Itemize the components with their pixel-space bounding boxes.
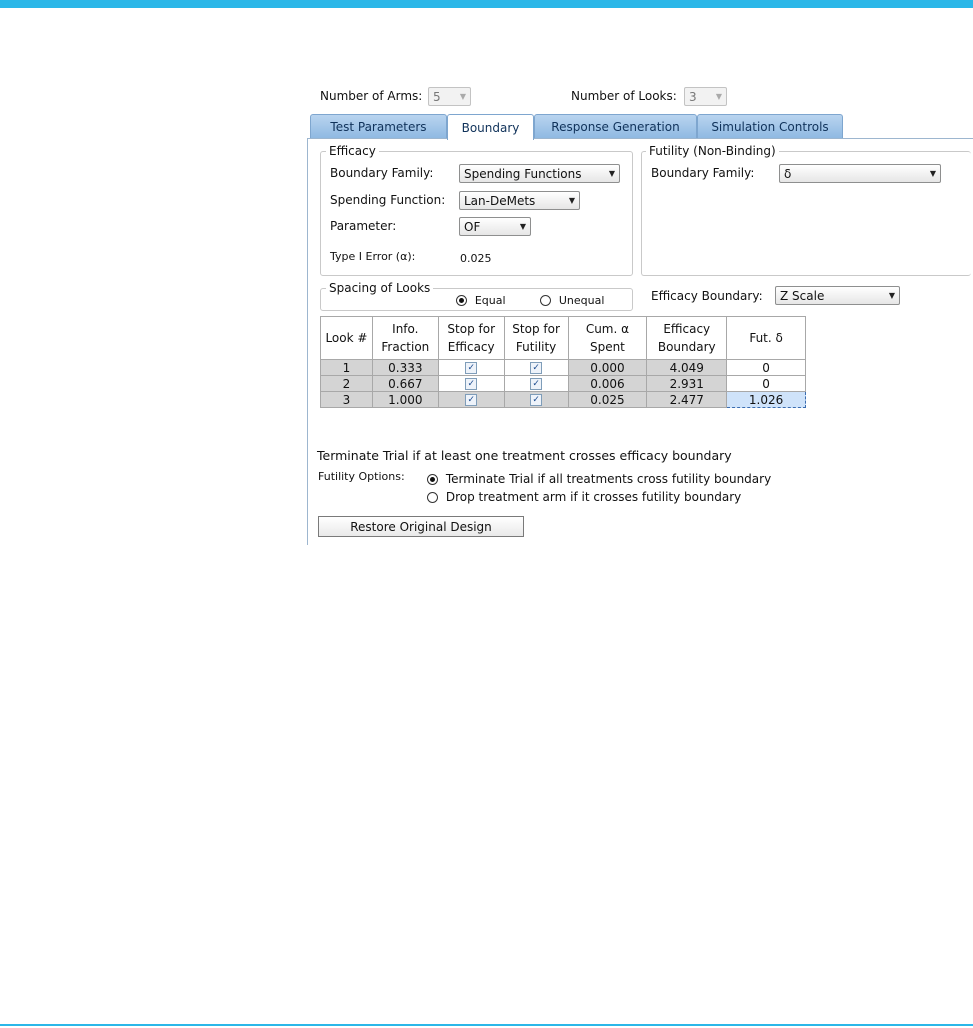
chevron-down-icon: ▼ — [929, 169, 937, 178]
cell-cum-alpha: 0.000 — [567, 359, 648, 376]
header-look: Look # — [320, 316, 373, 360]
parameter-value: OF — [464, 219, 481, 234]
chevron-down-icon: ▼ — [715, 92, 723, 101]
tab-boundary[interactable]: Boundary — [447, 114, 534, 140]
cell-efficacy-boundary: 2.477 — [646, 391, 728, 408]
spending-function-select[interactable]: Lan-DeMets ▼ — [459, 191, 580, 210]
spending-function-value: Lan-DeMets — [464, 193, 536, 208]
bottom-accent-line — [0, 1024, 973, 1026]
spacing-unequal-label: Unequal — [558, 294, 605, 307]
number-of-looks-select[interactable]: 3 ▼ — [684, 87, 727, 106]
cell-look: 1 — [320, 359, 373, 376]
header-stop-futility: Stop for Futility — [503, 316, 569, 360]
top-accent-bar — [0, 0, 973, 8]
header-efficacy-boundary: Efficacy Boundary — [646, 316, 728, 360]
number-of-arms-label: Number of Arms: — [320, 89, 423, 103]
header-info-fraction: Info. Fraction — [371, 316, 439, 360]
cell-efficacy-boundary: 2.931 — [646, 375, 728, 392]
checkbox-checked-icon[interactable]: ✓ — [465, 362, 478, 374]
chevron-down-icon: ▼ — [519, 222, 527, 231]
tab-test-parameters[interactable]: Test Parameters — [310, 114, 447, 138]
number-of-looks-label: Number of Looks: — [571, 89, 677, 103]
checkbox-checked-icon[interactable]: ✓ — [465, 394, 478, 406]
table-row: 3 1.000 ✓ ✓ 0.025 2.477 1.026 — [320, 391, 806, 408]
tab-response-generation[interactable]: Response Generation — [534, 114, 697, 138]
checkbox-checked-icon[interactable]: ✓ — [530, 394, 543, 406]
futility-option-terminate-label: Terminate Trial if all treatments cross … — [445, 472, 772, 486]
cell-info-fraction: 0.667 — [371, 375, 439, 392]
cell-stop-futility[interactable]: ✓ — [503, 375, 569, 392]
efficacy-boundary-family-value: Spending Functions — [464, 166, 582, 181]
cell-stop-efficacy[interactable]: ✓ — [437, 375, 505, 392]
cell-efficacy-boundary: 4.049 — [646, 359, 728, 376]
cell-fut-delta[interactable]: 0 — [726, 359, 806, 376]
cell-cum-alpha: 0.006 — [567, 375, 648, 392]
terminate-trial-text: Terminate Trial if at least one treatmen… — [317, 448, 732, 463]
spacing-equal-label: Equal — [474, 294, 506, 307]
cell-stop-futility[interactable]: ✓ — [503, 359, 569, 376]
futility-boundary-family-select[interactable]: δ ▼ — [779, 164, 941, 183]
efficacy-boundary-scale-value: Z Scale — [780, 288, 825, 303]
efficacy-boundary-scale-label: Efficacy Boundary: — [651, 289, 763, 303]
type-i-error-label: Type I Error (α): — [330, 250, 416, 263]
spacing-equal-radio[interactable]: Equal — [456, 293, 506, 307]
parameter-select[interactable]: OF ▼ — [459, 217, 531, 236]
table-header-row: Look # Info. Fraction Stop for Efficacy St… — [320, 316, 806, 360]
efficacy-boundary-family-select[interactable]: Spending Functions ▼ — [459, 164, 620, 183]
spending-function-label: Spending Function: — [330, 193, 446, 207]
number-of-looks-value: 3 — [689, 89, 697, 104]
chevron-down-icon: ▼ — [459, 92, 467, 101]
checkbox-checked-icon[interactable]: ✓ — [530, 378, 543, 390]
boundary-table: Look # Info. Fraction Stop for Efficacy St… — [320, 316, 806, 408]
table-row: 2 0.667 ✓ ✓ 0.006 2.931 0 — [320, 375, 806, 392]
restore-original-design-button[interactable]: Restore Original Design — [318, 516, 524, 537]
parameter-label: Parameter: — [330, 219, 397, 233]
cell-info-fraction: 1.000 — [371, 391, 439, 408]
spacing-legend: Spacing of Looks — [326, 281, 434, 295]
futility-boundary-family-label: Boundary Family: — [651, 166, 755, 180]
cell-look: 2 — [320, 375, 373, 392]
efficacy-boundary-family-label: Boundary Family: — [330, 166, 434, 180]
number-of-arms-select[interactable]: 5 ▼ — [428, 87, 471, 106]
header-fut-delta: Fut. δ — [726, 316, 806, 360]
number-of-arms-value: 5 — [433, 89, 441, 104]
chevron-down-icon: ▼ — [888, 291, 896, 300]
spacing-unequal-radio[interactable]: Unequal — [540, 293, 604, 307]
header-stop-efficacy: Stop for Efficacy — [437, 316, 505, 360]
type-i-error-value: 0.025 — [460, 252, 492, 265]
radio-selected-icon — [456, 295, 467, 306]
chevron-down-icon: ▼ — [568, 196, 576, 205]
radio-unselected-icon — [427, 492, 438, 503]
futility-option-drop-label: Drop treatment arm if it crosses futilit… — [445, 490, 742, 504]
cell-fut-delta[interactable]: 0 — [726, 375, 806, 392]
futility-option-terminate-radio[interactable]: Terminate Trial if all treatments cross … — [427, 472, 771, 486]
cell-stop-efficacy[interactable]: ✓ — [437, 391, 505, 408]
cell-cum-alpha: 0.025 — [567, 391, 648, 408]
efficacy-legend: Efficacy — [326, 144, 379, 158]
futility-option-drop-radio[interactable]: Drop treatment arm if it crosses futilit… — [427, 490, 741, 504]
cell-info-fraction: 0.333 — [371, 359, 439, 376]
chevron-down-icon: ▼ — [608, 169, 616, 178]
header-cum-alpha: Cum. α Spent — [567, 316, 648, 360]
cell-look: 3 — [320, 391, 373, 408]
efficacy-boundary-scale-select[interactable]: Z Scale ▼ — [775, 286, 900, 305]
checkbox-checked-icon[interactable]: ✓ — [530, 362, 543, 374]
table-row: 1 0.333 ✓ ✓ 0.000 4.049 0 — [320, 359, 806, 376]
futility-legend: Futility (Non-Binding) — [646, 144, 779, 158]
checkbox-checked-icon[interactable]: ✓ — [465, 378, 478, 390]
radio-unselected-icon — [540, 295, 551, 306]
cell-fut-delta-selected[interactable]: 1.026 — [726, 391, 806, 408]
futility-boundary-family-value: δ — [784, 166, 792, 181]
futility-options-label: Futility Options: — [318, 470, 405, 483]
cell-stop-futility[interactable]: ✓ — [503, 391, 569, 408]
tab-simulation-controls[interactable]: Simulation Controls — [697, 114, 843, 138]
radio-selected-icon — [427, 474, 438, 485]
cell-stop-efficacy[interactable]: ✓ — [437, 359, 505, 376]
